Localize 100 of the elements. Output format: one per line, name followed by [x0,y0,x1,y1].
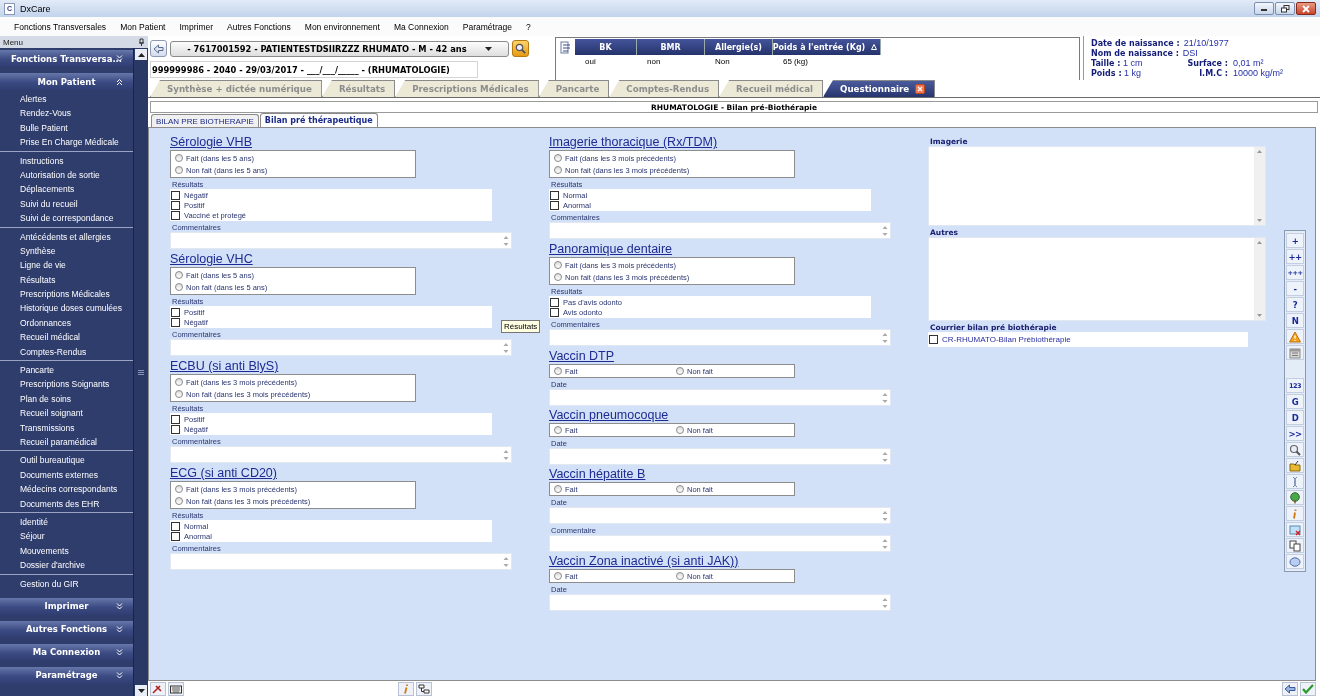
sidebar-item[interactable]: Recueil soignant [0,406,133,421]
radio-button[interactable] [175,166,183,174]
toolbar-button[interactable]: >> [1286,426,1304,441]
sidebar-item[interactable]: Résultats [0,272,133,288]
back-arrow-button[interactable] [1282,681,1298,696]
radio-button[interactable] [175,497,183,505]
sidebar-item[interactable]: Pancarte [0,363,133,378]
scrollbar[interactable] [133,48,148,696]
text-field[interactable] [549,507,891,524]
sidebar-item[interactable]: Antécédents et allergies [0,229,133,244]
checkbox[interactable] [171,531,180,541]
toolbar-button[interactable]: G [1286,394,1304,409]
sidebar-section-header[interactable]: Mon Patient [0,73,133,90]
menu-item[interactable]: Ma Connexion [386,21,456,32]
sidebar-item[interactable]: Prise En Charge Médicale [0,135,133,150]
tab[interactable]: Questionnaire [823,80,936,97]
toolbar-button[interactable]: ? [1286,297,1304,312]
tab[interactable]: Bilan pré thérapeutique [259,113,378,127]
sidebar-item[interactable]: Recueil paramédical [0,435,133,450]
text-field[interactable] [170,553,512,570]
tree-button[interactable] [1286,490,1304,505]
toolbar-button[interactable]: N [1286,313,1304,328]
checkbox[interactable] [171,521,180,531]
sidebar-item[interactable]: Historique doses cumulées [0,301,133,316]
sidebar-item[interactable]: Autorisation de sortie [0,167,133,183]
sidebar-item[interactable]: Identité [0,514,133,530]
checkbox[interactable] [171,307,180,317]
calendar-button[interactable] [1286,345,1304,360]
checkbox[interactable] [171,210,180,220]
menu-item[interactable]: Fonctions Transversales [7,21,114,32]
keyboard-button[interactable] [168,681,184,696]
radio-button[interactable] [554,572,562,580]
radio-button[interactable] [554,485,562,493]
checkmark-button[interactable] [1300,681,1316,696]
radio-button[interactable] [554,166,562,174]
radio-button[interactable] [554,154,562,162]
column-header[interactable]: Allergie(s) [705,39,773,55]
sidebar-section-header[interactable]: Autres Fonctions [0,620,133,638]
sidebar-item[interactable]: Prescriptions Soignants [0,377,133,392]
toolbar-button[interactable]: - [1286,281,1304,296]
image-delete-button[interactable] [1286,522,1304,537]
text-field[interactable] [549,389,891,406]
close-icon[interactable] [915,84,926,94]
radio-button[interactable] [175,390,183,398]
sidebar-item[interactable]: Déplacements [0,182,133,197]
search-button[interactable] [1286,442,1304,457]
folder-button[interactable] [1286,458,1304,473]
info-button[interactable] [1286,506,1304,521]
search-button[interactable] [512,40,529,57]
menu-item[interactable]: Autres Fonctions [220,21,298,32]
radio-button[interactable] [554,273,562,281]
sidebar-item[interactable]: Documents des EHR [0,496,133,511]
sidebar-item[interactable]: Médecins correspondants [0,482,133,497]
checkbox[interactable] [550,190,559,200]
checkbox[interactable] [550,297,559,307]
radio-button[interactable] [676,485,684,493]
sidebar-item[interactable]: Rendez-Vous [0,106,133,121]
sidebar-item[interactable]: Ordonnances [0,315,133,331]
back-button[interactable] [150,40,167,57]
restore-button[interactable] [1275,2,1295,15]
sidebar-item[interactable]: Documents externes [0,467,133,483]
column-header[interactable]: BMR [637,39,705,55]
radio-button[interactable] [554,367,562,375]
checkbox[interactable] [550,200,559,210]
toolbar-button[interactable]: + [1286,233,1304,248]
sidebar-section-header[interactable]: Fonctions Transversa... [0,50,133,67]
menu-item[interactable]: Mon environnement [297,21,387,32]
radio-button[interactable] [175,154,183,162]
checkbox[interactable] [171,190,180,200]
radio-button[interactable] [175,378,183,386]
sidebar-item[interactable]: Prescriptions Médicales [0,287,133,302]
radio-button[interactable] [676,367,684,375]
radio-button[interactable] [554,426,562,434]
sidebar-section-header[interactable]: Paramétrage [0,666,133,684]
text-field[interactable] [549,448,891,465]
hierarchy-button[interactable] [416,681,432,696]
sidebar-item[interactable]: Transmissions [0,420,133,435]
sidebar-item[interactable]: Gestion du GIR [0,576,133,591]
close-button[interactable] [1296,2,1316,15]
sidebar-section-header[interactable]: Imprimer [0,597,133,615]
sidebar-item[interactable]: Outil bureautique [0,453,133,468]
sidebar-item[interactable]: Séjour [0,529,133,544]
warning-button[interactable] [1286,329,1304,344]
sidebar-item[interactable]: Bulle Patient [0,120,133,136]
sidebar-item[interactable]: Instructions [0,153,133,168]
toolbar-button[interactable]: D [1286,410,1304,425]
radio-button[interactable] [175,271,183,279]
sidebar-item[interactable]: Alertes [0,92,133,107]
sidebar-item[interactable]: Suivi de correspondance [0,211,133,226]
text-field[interactable] [170,446,512,463]
checkbox[interactable] [171,414,180,424]
sidebar-section-header[interactable]: Ma Connexion [0,643,133,661]
radio-button[interactable] [554,261,562,269]
sidebar-item[interactable]: Plan de soins [0,391,133,407]
radio-button[interactable] [175,485,183,493]
minimize-button[interactable] [1254,2,1274,15]
sidebar-item[interactable]: Comptes-Rendus [0,344,133,360]
radio-button[interactable] [676,572,684,580]
speech-bubble-button[interactable] [1286,554,1304,569]
radio-button[interactable] [676,426,684,434]
